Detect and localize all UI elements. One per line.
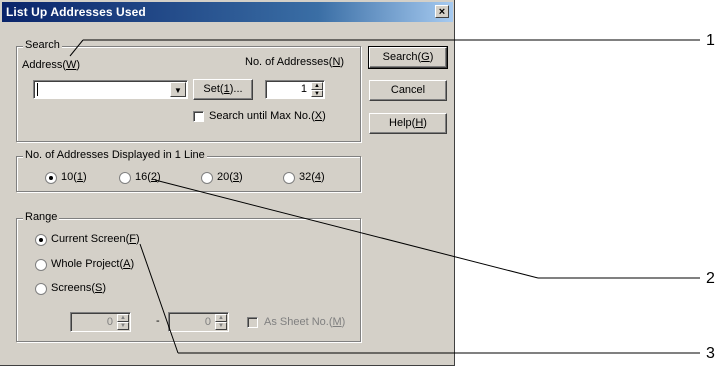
- spin-down-icon[interactable]: ▼: [215, 322, 227, 330]
- range-radio-current-screen[interactable]: [35, 234, 47, 246]
- screen-from-spin[interactable]: ▲ ▼: [117, 314, 129, 330]
- screen-to-spin[interactable]: ▲ ▼: [215, 314, 227, 330]
- count-stepper[interactable]: 1 ▲ ▼: [265, 80, 325, 99]
- range-label-screens: Screens(S): [51, 282, 107, 294]
- text-caret: [37, 83, 38, 96]
- callout-label-1: 1: [706, 32, 715, 49]
- range-legend: Range: [23, 211, 60, 223]
- per-line-label-16: 16(2): [135, 171, 161, 183]
- screen-to-stepper[interactable]: 0 ▲ ▼: [168, 312, 229, 332]
- callout-label-3: 3: [706, 345, 715, 362]
- screen-to-value: 0: [204, 316, 211, 328]
- address-combobox[interactable]: ▼: [33, 80, 188, 99]
- count-spin-buttons[interactable]: ▲ ▼: [311, 82, 323, 97]
- spin-up-icon[interactable]: ▲: [311, 82, 323, 90]
- per-line-legend: No. of Addresses Displayed in 1 Line: [23, 149, 207, 161]
- range-radio-screens[interactable]: [35, 283, 47, 295]
- range-label-whole-project: Whole Project(A): [51, 258, 135, 270]
- per-line-radio-32[interactable]: [283, 172, 295, 184]
- screen-from-stepper[interactable]: 0 ▲ ▼: [70, 312, 131, 332]
- list-up-addresses-dialog: List Up Addresses Used × Search Address(…: [0, 0, 455, 366]
- search-button[interactable]: Search(G): [368, 46, 448, 69]
- search-until-max-checkbox[interactable]: [193, 111, 204, 122]
- as-sheet-no-label: As Sheet No.(M): [264, 316, 346, 328]
- search-legend: Search: [23, 39, 62, 51]
- per-line-radio-20[interactable]: [201, 172, 213, 184]
- spin-down-icon[interactable]: ▼: [117, 322, 129, 330]
- as-sheet-no-checkbox[interactable]: [247, 317, 258, 328]
- per-line-label-10: 10(1): [61, 171, 87, 183]
- range-dash: -: [156, 315, 160, 327]
- per-line-label-32: 32(4): [299, 171, 325, 183]
- set-button[interactable]: Set(1)...: [193, 79, 253, 100]
- screen-from-value: 0: [106, 316, 113, 328]
- chevron-down-icon[interactable]: ▼: [170, 82, 186, 97]
- help-button[interactable]: Help(H): [369, 113, 447, 134]
- address-label: Address(W): [22, 59, 81, 71]
- per-line-radio-16[interactable]: [119, 172, 131, 184]
- search-until-max-label: Search until Max No.(X): [209, 110, 326, 122]
- spin-up-icon[interactable]: ▲: [215, 314, 227, 322]
- cancel-button[interactable]: Cancel: [369, 80, 447, 101]
- per-line-label-20: 20(3): [217, 171, 243, 183]
- spin-up-icon[interactable]: ▲: [117, 314, 129, 322]
- callout-label-2: 2: [706, 270, 715, 287]
- title-bar: List Up Addresses Used ×: [2, 2, 453, 22]
- per-line-radio-10[interactable]: [45, 172, 57, 184]
- count-label: No. of Addresses(N): [245, 56, 345, 68]
- range-radio-whole-project[interactable]: [35, 259, 47, 271]
- spin-down-icon[interactable]: ▼: [311, 89, 323, 97]
- range-label-current-screen: Current Screen(F): [51, 233, 140, 245]
- close-button[interactable]: ×: [435, 5, 449, 18]
- count-value: 1: [300, 83, 307, 95]
- dialog-title: List Up Addresses Used: [6, 5, 146, 19]
